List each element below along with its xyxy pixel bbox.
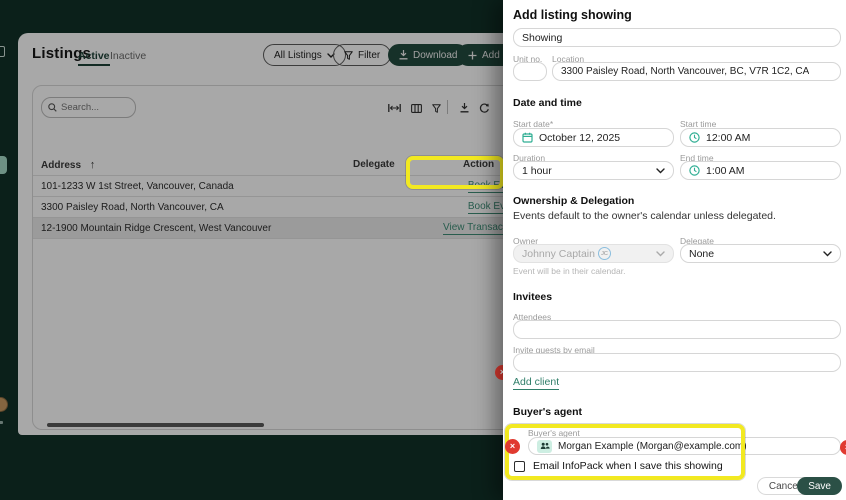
- delegate-select[interactable]: None: [680, 244, 841, 263]
- attendees-field[interactable]: [513, 320, 841, 339]
- highlight-box-book-event: [406, 156, 504, 189]
- start-date-field[interactable]: October 12, 2025: [513, 128, 674, 147]
- chevron-down-icon: [656, 168, 665, 174]
- add-client-link[interactable]: Add client: [513, 376, 559, 390]
- chevron-down-icon: [823, 251, 832, 257]
- highlight-box-buyers-agent: [505, 424, 745, 480]
- clock-icon: [689, 165, 700, 176]
- invite-email-input[interactable]: [522, 357, 832, 369]
- section-invitees: Invitees: [513, 291, 552, 303]
- showing-type-field[interactable]: Showing: [513, 28, 841, 47]
- duration-select[interactable]: 1 hour: [513, 161, 674, 180]
- calendar-icon: [522, 132, 533, 143]
- location-field[interactable]: 3300 Paisley Road, North Vancouver, BC, …: [552, 62, 841, 81]
- chevron-down-icon: [656, 251, 665, 257]
- save-button[interactable]: Save: [797, 477, 842, 495]
- end-time-field[interactable]: 1:00 AM: [680, 161, 841, 180]
- section-ownership: Ownership & Delegation: [513, 195, 634, 207]
- ownership-description: Events default to the owner's calendar u…: [513, 210, 776, 222]
- unit-no-input[interactable]: [522, 66, 538, 78]
- clock-icon: [689, 132, 700, 143]
- owner-helper-text: Event will be in their calendar.: [513, 266, 625, 276]
- remove-buyers-agent-icon[interactable]: ×: [505, 439, 520, 454]
- invite-email-field[interactable]: [513, 353, 841, 372]
- add-listing-showing-modal: Add listing showing Showing Unit no. Loc…: [503, 0, 846, 500]
- modal-title: Add listing showing: [513, 8, 632, 22]
- unit-no-field[interactable]: [513, 62, 547, 81]
- remove-icon-clipped[interactable]: ×: [840, 440, 846, 455]
- owner-initials-badge: JC: [598, 247, 611, 260]
- section-date-time: Date and time: [513, 97, 582, 109]
- owner-select: Johnny Captain JC: [513, 244, 674, 263]
- modal-backdrop[interactable]: [0, 0, 503, 500]
- section-buyers-agent: Buyer's agent: [513, 406, 582, 418]
- start-time-field[interactable]: 12:00 AM: [680, 128, 841, 147]
- attendees-input[interactable]: [522, 324, 832, 336]
